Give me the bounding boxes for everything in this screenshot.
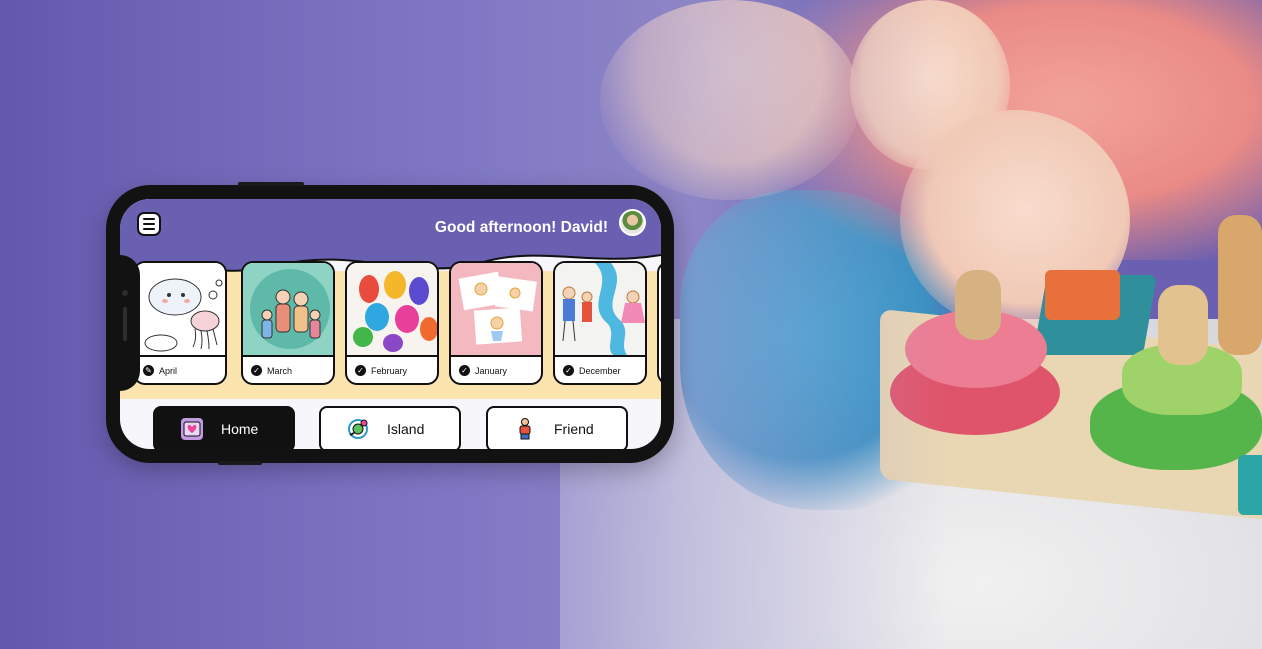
- drawing-card[interactable]: [657, 261, 661, 385]
- drawing-card[interactable]: ✓ February: [345, 261, 439, 385]
- check-icon: ✓: [563, 365, 574, 376]
- home-tab-label: Home: [221, 421, 259, 437]
- app-screen: Good afternoon! David! ✎ April ✓ March ✓…: [120, 199, 661, 449]
- drawing-card[interactable]: ✎ April: [133, 261, 227, 385]
- check-icon: ✓: [251, 365, 262, 376]
- speaker-icon: [123, 307, 127, 341]
- home-tab[interactable]: Home: [153, 406, 295, 449]
- card-label: February: [371, 365, 408, 376]
- menu-icon-line: [143, 228, 155, 230]
- check-icon: ✓: [459, 365, 470, 376]
- card-label: April: [159, 365, 178, 376]
- drawing-thumbnail: [347, 263, 437, 357]
- drawing-thumbnail: [451, 263, 541, 357]
- island-icon: [347, 418, 369, 440]
- heart-book-icon: [181, 418, 203, 440]
- island-tab-label: Island: [387, 421, 425, 437]
- drawing-thumbnail: [243, 263, 333, 357]
- friend-tab[interactable]: Friend: [486, 406, 628, 449]
- card-label: March: [267, 365, 293, 376]
- friend-icon: [514, 418, 536, 440]
- greeting-text: Good afternoon! David!: [434, 219, 608, 236]
- phone-notch: [106, 255, 140, 391]
- check-icon: ✓: [355, 365, 366, 376]
- phone-button: [262, 182, 304, 186]
- drawing-thumbnail: [135, 263, 225, 357]
- camera-icon: [122, 290, 128, 296]
- drawing-card[interactable]: ✓ March: [241, 261, 335, 385]
- phone-button: [218, 461, 262, 465]
- avatar[interactable]: [619, 209, 646, 236]
- card-label: January: [475, 365, 508, 376]
- drawings-carousel[interactable]: ✎ April ✓ March ✓ February ✓ January ✓ D…: [133, 261, 661, 387]
- menu-button[interactable]: [137, 212, 161, 236]
- menu-icon-line: [143, 223, 155, 225]
- menu-icon-line: [143, 218, 155, 220]
- drawing-thumbnail: [555, 263, 645, 357]
- drawing-card[interactable]: ✓ January: [449, 261, 543, 385]
- friend-tab-label: Friend: [554, 421, 594, 437]
- card-label: December: [579, 365, 621, 376]
- edit-icon: ✎: [143, 365, 154, 376]
- drawing-card[interactable]: ✓ December: [553, 261, 647, 385]
- island-tab[interactable]: Island: [319, 406, 461, 449]
